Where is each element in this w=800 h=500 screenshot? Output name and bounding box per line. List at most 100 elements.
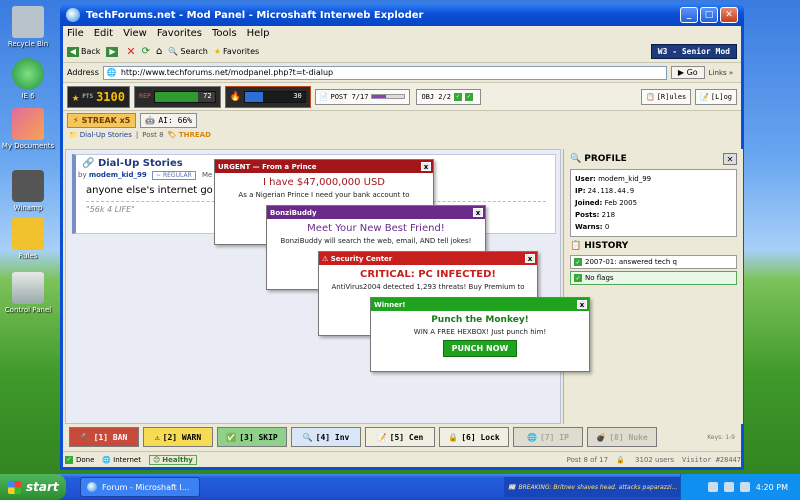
menu-edit[interactable]: Edit: [94, 28, 113, 39]
thread-title-text: Dial-Up Stories: [97, 158, 183, 169]
menu-favorites[interactable]: Favorites: [157, 28, 202, 39]
taskbar-item-label: Forum - Microshaft I...: [102, 482, 190, 492]
breadcrumb-forum[interactable]: Dial-Up Stories: [80, 131, 132, 139]
history-item: ✓ 2007-01: answered tech q: [570, 255, 737, 269]
popup-winner[interactable]: Winner! x Punch the Monkey! WIN A FREE HE…: [370, 297, 590, 372]
go-button[interactable]: ▶ Go: [670, 66, 705, 79]
network-icon[interactable]: [723, 482, 734, 492]
users-label: 3102 users: [635, 455, 674, 464]
user-label: User:: [575, 175, 596, 183]
nuke-button[interactable]: 💣 [8] Nuke: [587, 427, 657, 447]
history-item-text: No flags: [585, 274, 614, 282]
ban-button[interactable]: 🔨 [1] BAN: [69, 427, 139, 447]
desktop-icon-winamp[interactable]: Winamp: [0, 170, 56, 212]
menu-help[interactable]: Help: [247, 28, 270, 39]
ai-meter: 🤖 AI: 66%: [140, 112, 198, 128]
forward-button[interactable]: ▶: [106, 46, 120, 57]
forward-arrow-icon: ▶: [106, 46, 119, 57]
back-label: Back: [81, 47, 101, 56]
status-internet: 🌐 Internet: [102, 456, 141, 464]
skip-button[interactable]: ✅ [3] SKIP: [217, 427, 287, 447]
start-button[interactable]: start: [0, 474, 66, 500]
censor-button[interactable]: 📝 [5] Cen: [365, 427, 435, 447]
user-value: modem_kid_99: [598, 175, 652, 183]
warn-label: [2] WARN: [162, 432, 202, 442]
folder-icon: 📁: [69, 131, 78, 139]
robot-icon: 🤖: [145, 115, 156, 125]
joined-value: Feb 2005: [604, 199, 638, 207]
desktop-icon-recycle-bin[interactable]: Recycle Bin: [0, 6, 56, 48]
clipboard-icon: 📋: [570, 241, 582, 251]
log-button[interactable]: 📝 [L]og: [695, 88, 737, 105]
reputation-fill: [154, 91, 198, 102]
rules-button[interactable]: 📋 [R]ules: [640, 88, 692, 105]
browser-icon: [87, 482, 97, 492]
popup-close-button[interactable]: x: [473, 208, 483, 217]
status-done-label: Done: [76, 455, 95, 464]
maximize-button[interactable]: □: [700, 7, 718, 23]
popup-close-button[interactable]: x: [421, 162, 431, 171]
home-icon: ⌂: [156, 46, 163, 57]
close-button[interactable]: ✕: [720, 7, 738, 23]
profile-card: User: modem_kid_99 IP: 24.118.44.9 Joine…: [570, 169, 737, 237]
taskbar-item-browser[interactable]: Forum - Microshaft I...: [80, 477, 200, 497]
ip-button[interactable]: 🌐 [7] IP: [513, 427, 583, 447]
minimize-button[interactable]: _: [680, 7, 698, 23]
visitor-counter: Visitor #28447: [681, 455, 741, 464]
status-internet-label: Internet: [113, 455, 141, 464]
check-icon: ✅: [226, 432, 237, 442]
menu-view[interactable]: View: [123, 28, 147, 39]
close-profile-button[interactable]: ✕: [723, 153, 737, 165]
heat-bar: 30: [243, 90, 306, 103]
refresh-button[interactable]: ⟳: [142, 46, 150, 57]
lock-button[interactable]: 🔒 [6] Lock: [439, 427, 509, 447]
home-button[interactable]: ⌂: [156, 46, 162, 57]
post-progress-label: POST 7/17: [330, 92, 369, 101]
joined-label: Joined:: [575, 199, 603, 207]
control-panel-icon: [12, 272, 44, 304]
desktop-icon-rules[interactable]: Rules: [0, 218, 56, 260]
history-item: ✓ No flags: [570, 271, 737, 285]
popup-header: Winner! x: [371, 298, 589, 311]
search-button[interactable]: 🔍 Search: [168, 47, 207, 56]
menu-file[interactable]: File: [67, 28, 84, 39]
refresh-icon: ⟳: [141, 46, 151, 57]
check-icon: ✓: [453, 92, 462, 101]
posts-value: 218: [601, 211, 616, 219]
punch-now-button[interactable]: PUNCH NOW: [442, 340, 518, 357]
security-icon[interactable]: [739, 482, 750, 492]
popup-close-button[interactable]: x: [525, 254, 535, 263]
url-input[interactable]: 🌐 http://www.techforums.net/modpanel.php…: [102, 65, 667, 80]
warns-label: Warns:: [575, 223, 603, 231]
status-row: ⚡ STREAK x5 🤖 AI: 66%: [63, 111, 741, 129]
points-label: PTS: [82, 93, 94, 100]
menu-tools[interactable]: Tools: [212, 28, 237, 39]
links-button[interactable]: Links »: [709, 69, 734, 77]
popup-headline: I have $47,000,000 USD: [262, 177, 385, 188]
desktop-icon-control-panel[interactable]: Control Panel: [0, 272, 56, 314]
popup-close-button[interactable]: x: [577, 300, 587, 309]
back-button[interactable]: ◀ Back: [67, 46, 101, 57]
bomb-icon: 💣: [596, 432, 607, 442]
window-title: TechForums.net - Mod Panel - Microshaft …: [86, 9, 424, 21]
investigate-button[interactable]: 🔍 [4] Inv: [291, 427, 361, 447]
star-icon: ★: [72, 89, 80, 104]
desktop-icon-my-documents[interactable]: My Documents: [0, 108, 56, 150]
address-label: Address: [67, 68, 99, 77]
taskbar: start Forum - Microshaft I... 📰 BREAKING:…: [0, 474, 800, 500]
favorites-button[interactable]: ★ Favorites: [214, 47, 259, 56]
popup-body: BonziBuddy will search the web, email, A…: [280, 237, 472, 245]
warn-button[interactable]: ⚠ [2] WARN: [143, 427, 213, 447]
pencil-icon: 📝: [376, 432, 387, 442]
users-online: 🔒 3102 users: [616, 455, 674, 464]
title-bar[interactable]: TechForums.net - Mod Panel - Microshaft …: [60, 4, 744, 26]
notepad-icon: 📝: [700, 92, 709, 101]
winamp-icon: [12, 170, 44, 202]
volume-icon[interactable]: [707, 482, 718, 492]
history-header: 📋 HISTORY: [570, 241, 737, 251]
rules-icon: [12, 218, 44, 250]
author-link[interactable]: modem_kid_99: [89, 171, 147, 179]
desktop-icon-ie[interactable]: IE 6: [0, 58, 56, 100]
profile-header: 🔍 PROFILE ✕: [570, 153, 737, 165]
stop-button[interactable]: ✕: [126, 45, 135, 58]
